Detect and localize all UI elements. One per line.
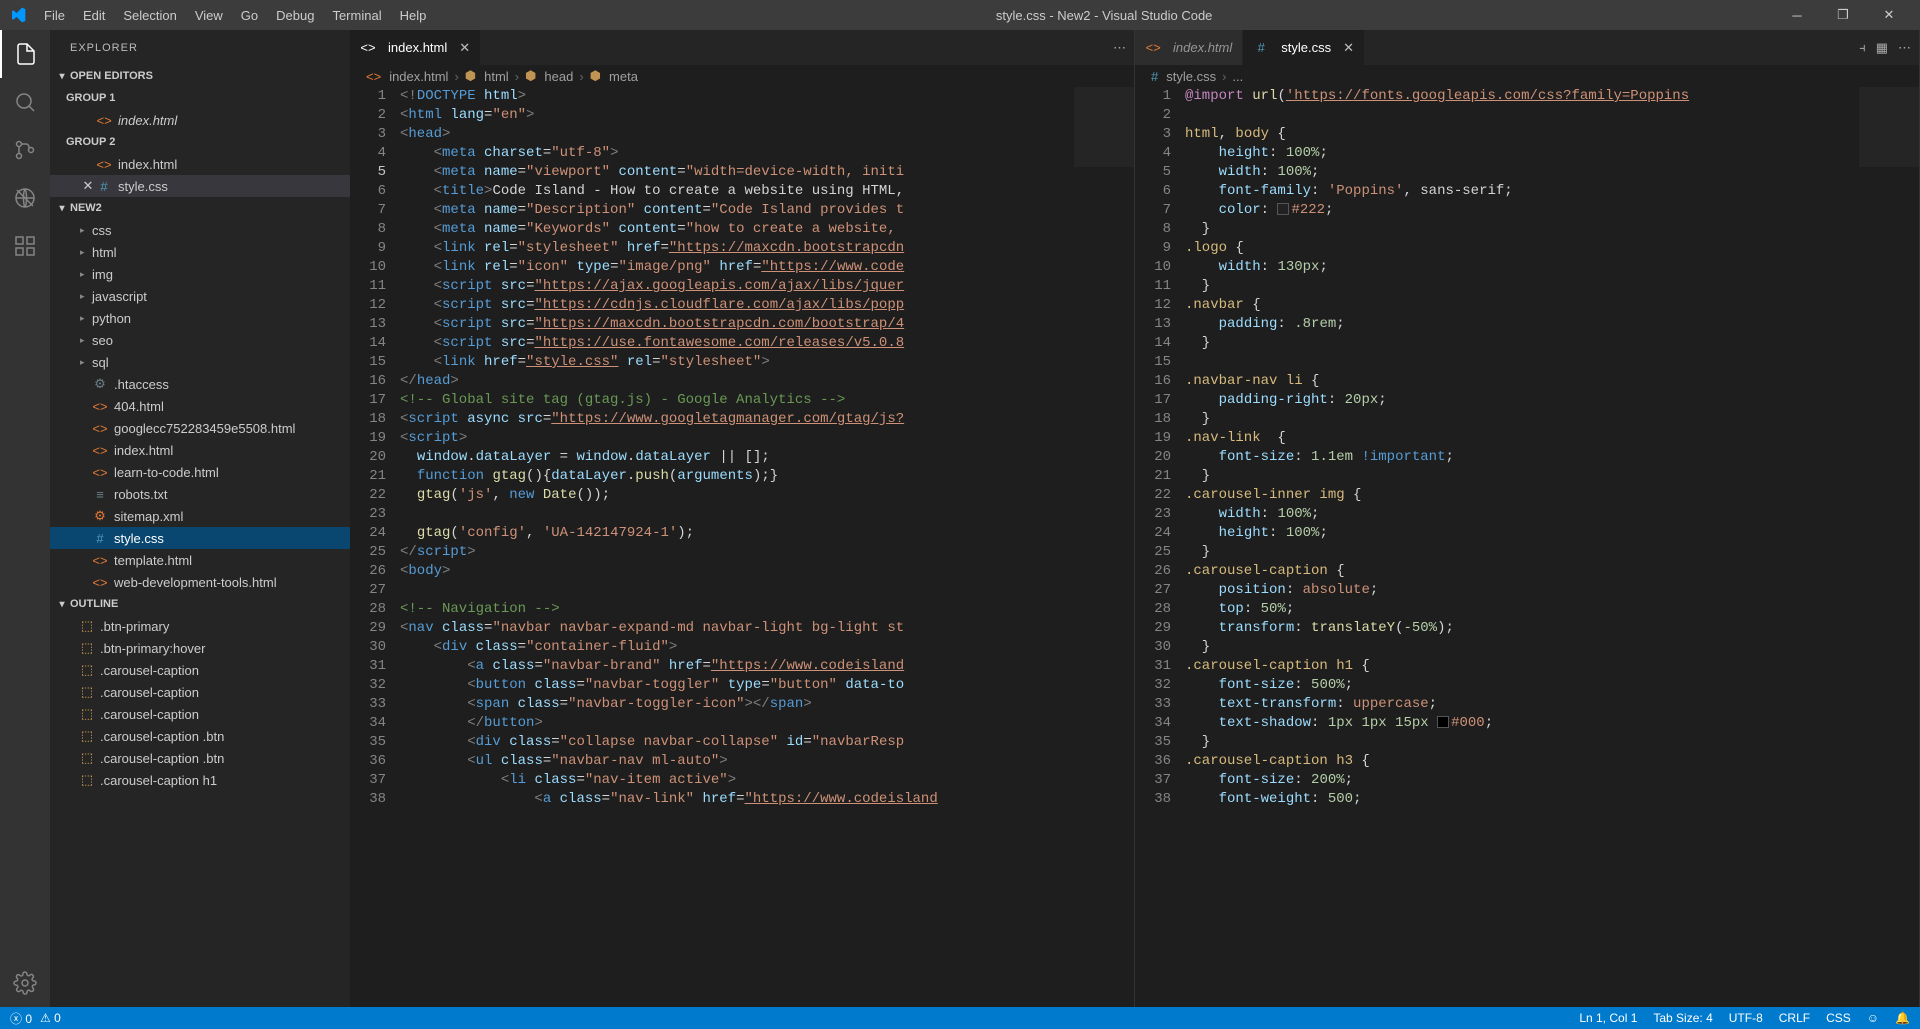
file-tree-item[interactable]: <>learn-to-code.html: [50, 461, 350, 483]
breadcrumb-segment[interactable]: #style.css: [1151, 69, 1216, 84]
maximize-button[interactable]: ❐: [1820, 0, 1866, 30]
menu-go[interactable]: Go: [233, 4, 266, 27]
outline-item[interactable]: ⬚.btn-primary: [50, 615, 350, 637]
breadcrumb-segment[interactable]: ⬢meta: [590, 68, 638, 84]
file-tree-item[interactable]: ▸ css: [50, 219, 350, 241]
window-controls: ─ ❐ ✕: [1774, 0, 1912, 30]
menu-debug[interactable]: Debug: [268, 4, 322, 27]
breadcrumb-1[interactable]: <>index.html›⬢html›⬢head›⬢meta: [350, 65, 1134, 87]
activity-bar: [0, 30, 50, 1007]
file-tree-item[interactable]: <>404.html: [50, 395, 350, 417]
extensions-icon[interactable]: [0, 222, 50, 270]
file-tree-item[interactable]: ▸ sql: [50, 351, 350, 373]
settings-icon[interactable]: [0, 959, 50, 1007]
file-tree-item[interactable]: ▸ img: [50, 263, 350, 285]
window-title: style.css - New2 - Visual Studio Code: [434, 8, 1774, 23]
breadcrumb-segment[interactable]: ⬢html: [465, 68, 509, 84]
breadcrumb-2[interactable]: #style.css›...: [1135, 65, 1919, 87]
open-editor-item[interactable]: <>index.html: [50, 153, 350, 175]
open-editor-item[interactable]: ✕#style.css: [50, 175, 350, 197]
status-errors[interactable]: ⓧ 0: [10, 1010, 32, 1027]
workspace-header[interactable]: ▾NEW2: [50, 197, 350, 219]
file-tree-item[interactable]: ⚙sitemap.xml: [50, 505, 350, 527]
menu-selection[interactable]: Selection: [115, 4, 184, 27]
code-editor-2[interactable]: @import url('https://fonts.googleapis.co…: [1185, 87, 1859, 1007]
outline-item[interactable]: ⬚.carousel-caption h1: [50, 769, 350, 791]
tab-style-css[interactable]: #style.css✕: [1243, 30, 1365, 65]
outline-header[interactable]: ▾OUTLINE: [50, 593, 350, 615]
file-tree-item[interactable]: ▸ seo: [50, 329, 350, 351]
status-bar: ⓧ 0 ⚠ 0 Ln 1, Col 1 Tab Size: 4 UTF-8 CR…: [0, 1007, 1920, 1029]
menu-terminal[interactable]: Terminal: [324, 4, 389, 27]
file-tree-item[interactable]: ⚙.htaccess: [50, 373, 350, 395]
menu-view[interactable]: View: [187, 4, 231, 27]
explorer-icon[interactable]: [0, 30, 50, 78]
breadcrumb-segment[interactable]: ...: [1232, 69, 1243, 84]
editor-group-label: GROUP 1: [50, 87, 350, 109]
bell-icon[interactable]: 🔔: [1895, 1011, 1910, 1025]
status-warnings[interactable]: ⚠ 0: [40, 1011, 61, 1025]
code-editor-1[interactable]: <!DOCTYPE html><html lang="en"><head> <m…: [400, 87, 1074, 1007]
debug-icon[interactable]: [0, 174, 50, 222]
editor-group-2: <>index.html#style.css✕ ⫞ ▦ ⋯ #style.css›..…: [1135, 30, 1920, 1007]
tab-label: index.html: [388, 40, 447, 55]
outline-item[interactable]: ⬚.carousel-caption .btn: [50, 747, 350, 769]
sidebar: EXPLORER ▾OPEN EDITORS GROUP 1<>index.ht…: [50, 30, 350, 1007]
file-tree-item[interactable]: #style.css: [50, 527, 350, 549]
more-icon[interactable]: ⋯: [1898, 40, 1911, 56]
layout-icon[interactable]: ▦: [1876, 40, 1888, 56]
search-icon[interactable]: [0, 78, 50, 126]
file-tree-item[interactable]: ▸ html: [50, 241, 350, 263]
open-editor-item[interactable]: <>index.html: [50, 109, 350, 131]
file-tree-item[interactable]: <>web-development-tools.html: [50, 571, 350, 593]
status-tabsize[interactable]: Tab Size: 4: [1653, 1011, 1712, 1025]
tab-index-html[interactable]: <> index.html ✕: [350, 30, 481, 65]
file-tree-item[interactable]: <>template.html: [50, 549, 350, 571]
status-encoding[interactable]: UTF-8: [1729, 1011, 1763, 1025]
titlebar: FileEditSelectionViewGoDebugTerminalHelp…: [0, 0, 1920, 30]
outline-item[interactable]: ⬚.carousel-caption .btn: [50, 725, 350, 747]
file-tree-item[interactable]: ≡robots.txt: [50, 483, 350, 505]
outline-item[interactable]: ⬚.carousel-caption: [50, 703, 350, 725]
tabs-group-2: <>index.html#style.css✕ ⫞ ▦ ⋯: [1135, 30, 1919, 65]
outline-item[interactable]: ⬚.btn-primary:hover: [50, 637, 350, 659]
source-control-icon[interactable]: [0, 126, 50, 174]
menu-file[interactable]: File: [36, 4, 73, 27]
outline-item[interactable]: ⬚.carousel-caption: [50, 659, 350, 681]
menu-edit[interactable]: Edit: [75, 4, 113, 27]
tab-index-html[interactable]: <>index.html: [1135, 30, 1243, 65]
status-cursor[interactable]: Ln 1, Col 1: [1579, 1011, 1637, 1025]
open-editors-header[interactable]: ▾OPEN EDITORS: [50, 65, 350, 87]
feedback-icon[interactable]: ☺: [1867, 1011, 1879, 1025]
breadcrumb-segment[interactable]: <>index.html: [366, 69, 448, 84]
file-tree-item[interactable]: ▸ python: [50, 307, 350, 329]
html-icon: <>: [360, 40, 376, 56]
file-tree-item[interactable]: ▸ javascript: [50, 285, 350, 307]
file-tree-item[interactable]: <>index.html: [50, 439, 350, 461]
file-tree-item[interactable]: <>googlecc752283459e5508.html: [50, 417, 350, 439]
editor-area: <> index.html ✕ ⋯ <>index.html›⬢html›⬢he…: [350, 30, 1920, 1007]
more-icon[interactable]: ⋯: [1113, 40, 1126, 56]
status-language[interactable]: CSS: [1826, 1011, 1851, 1025]
sidebar-title: EXPLORER: [50, 30, 350, 65]
breadcrumb-segment[interactable]: ⬢head: [525, 68, 573, 84]
minimap-1[interactable]: [1074, 87, 1134, 1007]
editor-group-1: <> index.html ✕ ⋯ <>index.html›⬢html›⬢he…: [350, 30, 1135, 1007]
minimap-2[interactable]: [1859, 87, 1919, 1007]
vscode-logo-icon: [8, 5, 28, 25]
menu-bar: FileEditSelectionViewGoDebugTerminalHelp: [36, 4, 434, 27]
minimize-button[interactable]: ─: [1774, 0, 1820, 30]
split-icon[interactable]: ⫞: [1859, 40, 1866, 56]
tabs-group-1: <> index.html ✕ ⋯: [350, 30, 1134, 65]
status-eol[interactable]: CRLF: [1779, 1011, 1810, 1025]
editor-group-label: GROUP 2: [50, 131, 350, 153]
close-icon[interactable]: ✕: [459, 40, 470, 56]
close-button[interactable]: ✕: [1866, 0, 1912, 30]
menu-help[interactable]: Help: [392, 4, 435, 27]
outline-item[interactable]: ⬚.carousel-caption: [50, 681, 350, 703]
